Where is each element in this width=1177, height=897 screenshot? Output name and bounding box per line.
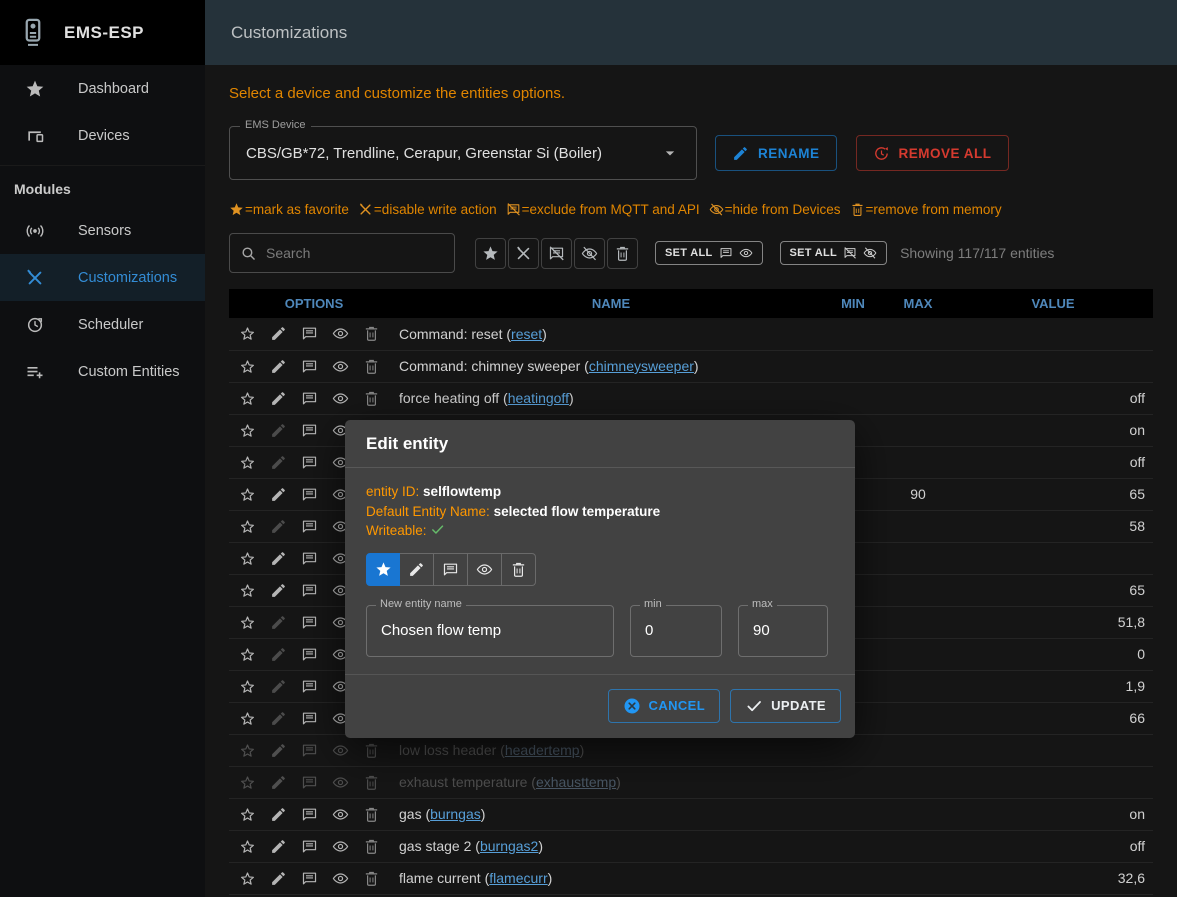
entity-id-value: selflowtemp	[423, 484, 501, 499]
min-field-label: min	[640, 598, 666, 610]
update-button[interactable]: UPDATE	[730, 689, 841, 723]
hide-toggle[interactable]	[468, 553, 502, 586]
edit-entity-dialog: Edit entity entity ID: selflowtemp Defau…	[345, 420, 855, 738]
min-field-value: 0	[645, 622, 653, 639]
star-icon	[375, 561, 392, 578]
cancel-button-label: CANCEL	[649, 698, 706, 713]
favorite-toggle[interactable]	[366, 553, 400, 586]
default-name-line: Default Entity Name: selected flow tempe…	[366, 502, 834, 522]
dialog-title: Edit entity	[345, 420, 855, 468]
pencil-icon	[408, 561, 425, 578]
new-entity-name-value: Chosen flow temp	[381, 622, 501, 639]
cancel-circle-icon	[623, 697, 641, 715]
comment-icon	[442, 561, 459, 578]
new-entity-name-field[interactable]: New entity name Chosen flow temp	[366, 605, 614, 657]
update-button-label: UPDATE	[771, 698, 826, 713]
cancel-button[interactable]: CANCEL	[608, 689, 721, 723]
default-name-label: Default Entity Name:	[366, 504, 490, 519]
max-field-label: max	[748, 598, 777, 610]
entity-option-toggles	[366, 553, 834, 586]
trash-icon	[510, 561, 527, 578]
disable-write-toggle[interactable]	[400, 553, 434, 586]
eye-icon	[476, 561, 493, 578]
max-field-value: 90	[753, 622, 770, 639]
writeable-line: Writeable:	[366, 521, 834, 541]
writeable-label: Writeable:	[366, 523, 427, 538]
remove-toggle[interactable]	[502, 553, 536, 586]
min-field[interactable]: min 0	[630, 605, 722, 657]
new-entity-name-label: New entity name	[376, 598, 466, 610]
default-name-value: selected flow temperature	[494, 504, 661, 519]
entity-id-label: entity ID:	[366, 484, 419, 499]
writeable-check-icon	[430, 522, 445, 537]
max-field[interactable]: max 90	[738, 605, 828, 657]
check-icon	[745, 697, 763, 715]
mqtt-exclude-toggle[interactable]	[434, 553, 468, 586]
entity-id-line: entity ID: selflowtemp	[366, 482, 834, 502]
